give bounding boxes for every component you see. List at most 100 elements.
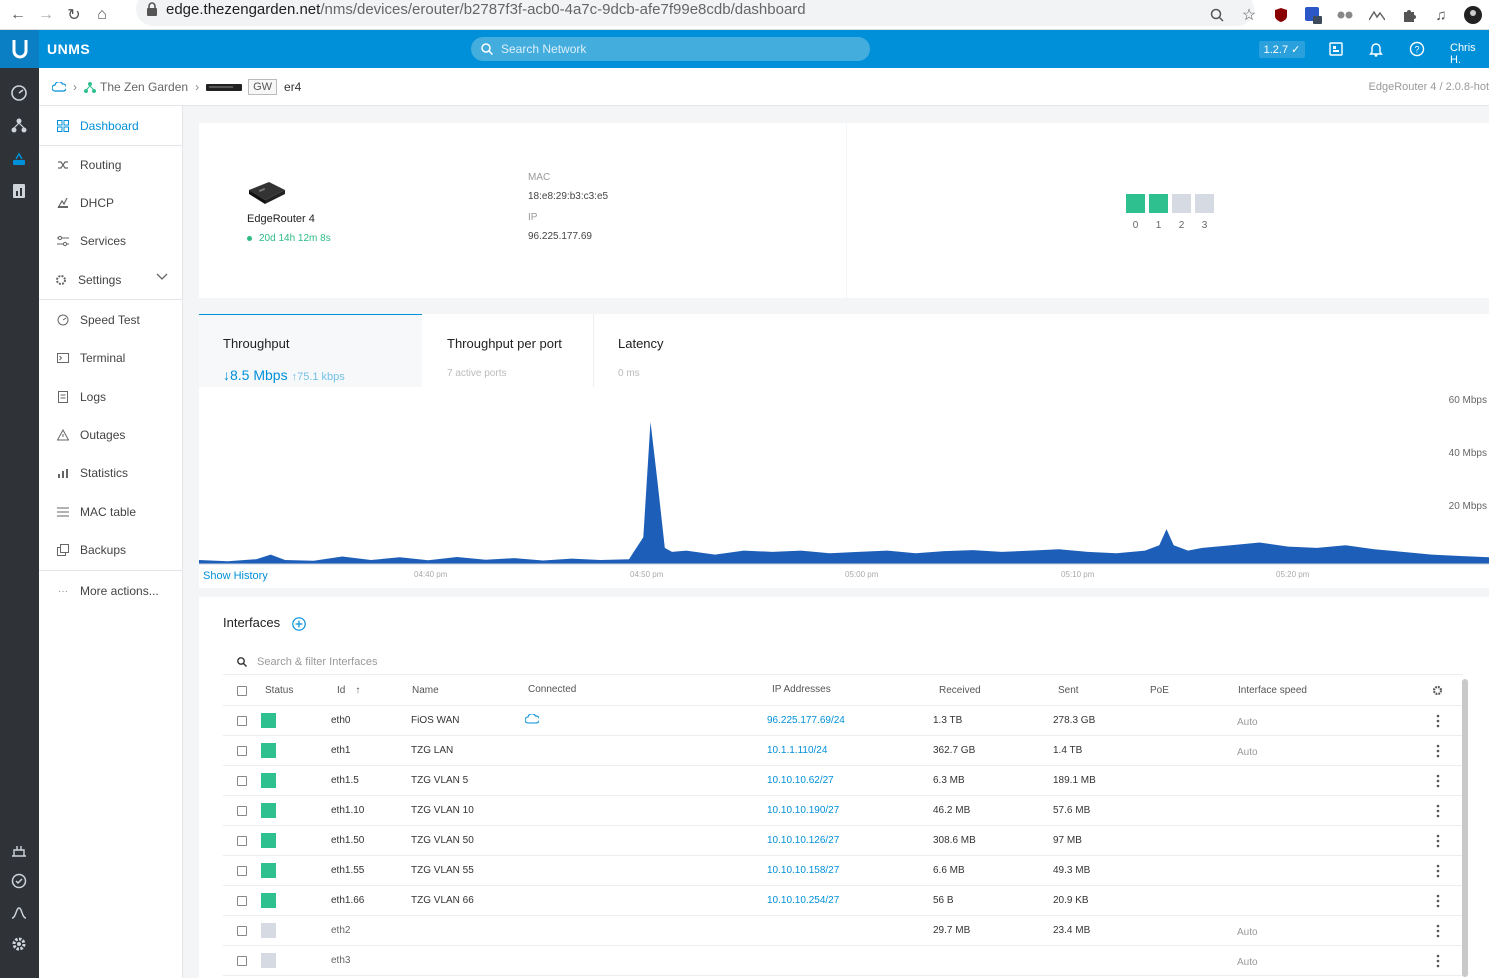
row-actions-icon[interactable] [1436, 834, 1440, 848]
network-search-input[interactable]: Search Network [471, 37, 870, 61]
sidebar-item-settings[interactable]: Settings [39, 262, 182, 298]
row-actions-icon[interactable] [1436, 714, 1440, 728]
table-row[interactable]: eth1 TZG LAN 10.1.1.110/24 362.7 GB 1.4 TB Au… [223, 736, 1463, 766]
column-header-sent[interactable]: Sent [1058, 685, 1079, 696]
row-actions-icon[interactable] [1436, 864, 1440, 878]
port-3[interactable] [1195, 194, 1214, 213]
row-actions-icon[interactable] [1436, 894, 1440, 908]
port-1[interactable] [1149, 194, 1168, 213]
help-icon[interactable]: ? [1408, 40, 1426, 58]
user-menu[interactable]: Chris H. [1450, 42, 1489, 66]
forward-icon[interactable]: → [36, 5, 56, 25]
row-checkbox[interactable] [237, 926, 247, 936]
dashboard-widget-icon[interactable] [1327, 40, 1345, 58]
column-header-connected[interactable]: Connected [528, 684, 576, 695]
devices-icon[interactable] [10, 150, 28, 168]
table-scrollbar[interactable] [1462, 679, 1468, 977]
port-0[interactable] [1126, 194, 1145, 213]
column-header-received[interactable]: Received [939, 685, 981, 696]
chevron-down-icon[interactable] [156, 273, 168, 281]
row-actions-icon[interactable] [1436, 924, 1440, 938]
settings-gear-icon[interactable] [10, 935, 28, 953]
topology-icon[interactable] [10, 116, 28, 134]
sidebar-item-services[interactable]: Services [39, 223, 182, 259]
sidebar-item-terminal[interactable]: Terminal [39, 340, 182, 376]
row-checkbox[interactable] [237, 806, 247, 816]
row-checkbox[interactable] [237, 716, 247, 726]
tab-latency[interactable]: Latency 0 ms [594, 314, 744, 387]
table-row[interactable]: eth1.50 TZG VLAN 50 10.10.10.126/27 308.6 M… [223, 826, 1463, 856]
breadcrumb-site[interactable]: The Zen Garden [100, 80, 188, 94]
row-actions-icon[interactable] [1436, 774, 1440, 788]
show-history-link[interactable]: Show History [203, 570, 268, 582]
add-interface-icon[interactable] [292, 617, 306, 631]
sidebar-item-mac-table[interactable]: MAC table [39, 494, 182, 530]
sidebar-item-backups[interactable]: Backups [39, 532, 182, 568]
address-bar[interactable]: edge.thezengarden.net/nms/devices/eroute… [136, 0, 1254, 26]
table-row[interactable]: eth1.55 TZG VLAN 55 10.10.10.158/27 6.6 MB 4… [223, 856, 1463, 886]
column-header-name[interactable]: Name [412, 685, 439, 696]
row-checkbox[interactable] [237, 956, 247, 966]
tab-throughput-per-port[interactable]: Throughput per port 7 active ports [423, 314, 593, 387]
row-checkbox[interactable] [237, 836, 247, 846]
interface-ip[interactable]: 10.10.10.158/27 [767, 865, 839, 876]
bookmark-star-icon[interactable]: ☆ [1233, 0, 1265, 30]
table-row[interactable]: eth1.10 TZG VLAN 10 10.10.10.190/27 46.2 MB… [223, 796, 1463, 826]
interfaces-filter-input[interactable]: Search & filter Interfaces [223, 649, 1463, 675]
reload-icon[interactable]: ↻ [64, 5, 84, 25]
table-settings-gear-icon[interactable] [1432, 685, 1443, 696]
bell-icon[interactable] [1367, 40, 1385, 58]
port-2[interactable] [1172, 194, 1191, 213]
interface-ip[interactable]: 10.10.10.190/27 [767, 805, 839, 816]
tab-throughput[interactable]: Throughput ↓8.5 Mbps ↑75.1 kbps [199, 314, 422, 387]
sidebar-item-routing[interactable]: Routing [39, 147, 182, 183]
signal-icon[interactable] [10, 904, 28, 922]
gauge-icon[interactable] [10, 84, 28, 102]
ubiquiti-logo-icon[interactable] [0, 30, 39, 68]
home-icon[interactable]: ⌂ [92, 5, 112, 25]
profile-avatar-icon[interactable] [1457, 0, 1489, 30]
check-circle-icon[interactable] [10, 872, 28, 890]
row-actions-icon[interactable] [1436, 804, 1440, 818]
sidebar-item-statistics[interactable]: Statistics [39, 455, 182, 491]
sidebar-item-logs[interactable]: Logs [39, 379, 182, 415]
interface-ip[interactable]: 10.10.10.254/27 [767, 895, 839, 906]
music-queue-icon[interactable]: ♫ [1425, 0, 1457, 30]
extension-badge-icon[interactable] [1297, 0, 1329, 30]
sidebar-item-speed-test[interactable]: Speed Test [39, 302, 182, 338]
table-row[interactable]: eth1.66 TZG VLAN 66 10.10.10.254/27 56 B 20.… [223, 886, 1463, 916]
row-checkbox[interactable] [237, 776, 247, 786]
zoom-icon[interactable] [1201, 0, 1233, 30]
interface-ip[interactable]: 10.1.1.110/24 [767, 745, 827, 756]
interface-ip[interactable]: 10.10.10.126/27 [767, 835, 839, 846]
row-checkbox[interactable] [237, 896, 247, 906]
column-header-interface-speed[interactable]: Interface speed [1238, 685, 1307, 696]
back-icon[interactable]: ← [8, 5, 28, 25]
row-checkbox[interactable] [237, 866, 247, 876]
glasses-icon[interactable] [1329, 0, 1361, 30]
table-row[interactable]: eth2 29.7 MB 23.4 MB Auto [223, 916, 1463, 946]
row-actions-icon[interactable] [1436, 954, 1440, 968]
column-header-status[interactable]: Status [265, 685, 293, 696]
puzzle-icon[interactable] [1393, 0, 1425, 30]
sites-icon[interactable] [10, 841, 28, 859]
interface-ip[interactable]: 10.10.10.62/27 [767, 775, 834, 786]
sidebar-item-outages[interactable]: Outages [39, 417, 182, 453]
table-row[interactable]: eth0 FiOS WAN 96.225.177.69/24 1.3 TB 278.3 … [223, 706, 1463, 736]
row-actions-icon[interactable] [1436, 744, 1440, 758]
interface-ip[interactable]: 96.225.177.69/24 [767, 715, 845, 726]
select-all-checkbox[interactable] [237, 686, 247, 696]
reports-icon[interactable] [10, 182, 28, 200]
sidebar-item-dhcp[interactable]: DHCP [39, 185, 182, 221]
column-header-id[interactable]: Id ↑ [337, 685, 360, 696]
sidebar-item-more-actions[interactable]: ··· More actions... [39, 573, 182, 609]
table-row[interactable]: eth1.5 TZG VLAN 5 10.10.10.62/27 6.3 MB 189.… [223, 766, 1463, 796]
version-badge[interactable]: 1.2.7 ✓ [1259, 41, 1305, 58]
column-header-poe[interactable]: PoE [1150, 685, 1169, 696]
column-header-ip-addresses[interactable]: IP Addresses [772, 684, 831, 695]
mountain-icon[interactable] [1361, 0, 1393, 30]
table-row[interactable]: eth3 Auto [223, 946, 1463, 976]
ublock-icon[interactable] [1265, 0, 1297, 30]
sidebar-item-dashboard[interactable]: Dashboard [39, 108, 182, 144]
cloud-icon[interactable] [52, 81, 66, 92]
